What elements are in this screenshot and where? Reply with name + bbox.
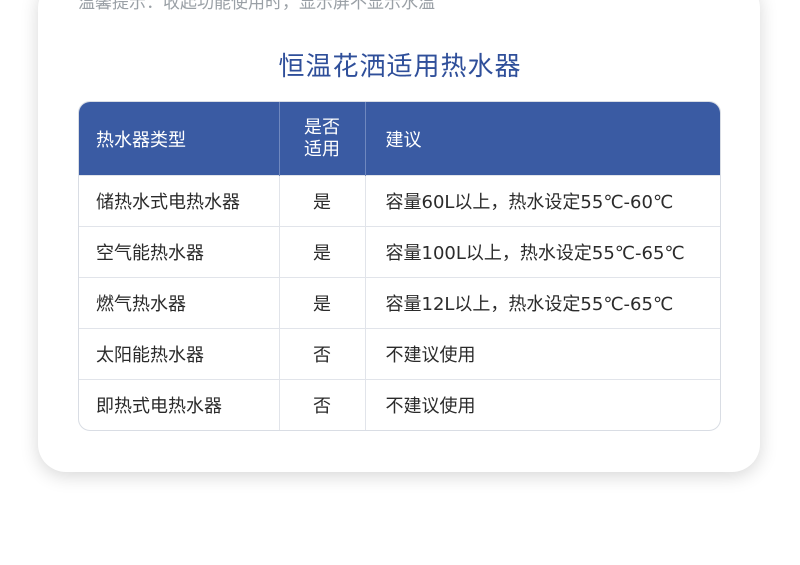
table-row: 空气能热水器 是 容量100L以上，热水设定55℃-65℃ [79,226,720,278]
table-row: 燃气热水器 是 容量12L以上，热水设定55℃-65℃ [79,277,720,329]
cell-applicable: 是 [279,226,366,278]
cell-advice: 容量12L以上，热水设定55℃-65℃ [365,277,720,329]
cell-applicable: 是 [279,175,366,227]
table-row: 太阳能热水器 否 不建议使用 [79,328,720,380]
table-row: 即热式电热水器 否 不建议使用 [79,379,720,430]
cell-advice: 不建议使用 [365,328,720,380]
cell-applicable: 否 [279,328,366,380]
header-applicable: 是否 适用 [279,102,366,176]
page-title: 恒温花洒适用热水器 [278,52,522,82]
header-applicable-line1: 是否 [304,116,340,138]
cell-type: 燃气热水器 [79,277,280,329]
cell-advice: 容量60L以上，热水设定55℃-60℃ [365,175,720,227]
cell-type: 储热水式电热水器 [79,175,280,227]
header-advice: 建议 [365,102,720,176]
water-heater-table: 热水器类型 是否 适用 建议 储热水式电热水器 是 容量60L以上，热水设定55… [78,101,721,431]
cell-applicable: 是 [279,277,366,329]
cell-type: 空气能热水器 [79,226,280,278]
tip-text: 温馨提示：收起功能使用时，显示屏不显示水温 [78,0,435,13]
cell-advice: 容量100L以上，热水设定55℃-65℃ [365,226,720,278]
cell-advice: 不建议使用 [365,379,720,430]
cell-type: 太阳能热水器 [79,328,280,380]
header-type: 热水器类型 [79,102,280,176]
cell-applicable: 否 [279,379,366,430]
header-applicable-line2: 适用 [304,138,340,160]
table-header-row: 热水器类型 是否 适用 建议 [79,102,720,176]
cell-type: 即热式电热水器 [79,379,280,430]
table-row: 储热水式电热水器 是 容量60L以上，热水设定55℃-60℃ [79,175,720,227]
